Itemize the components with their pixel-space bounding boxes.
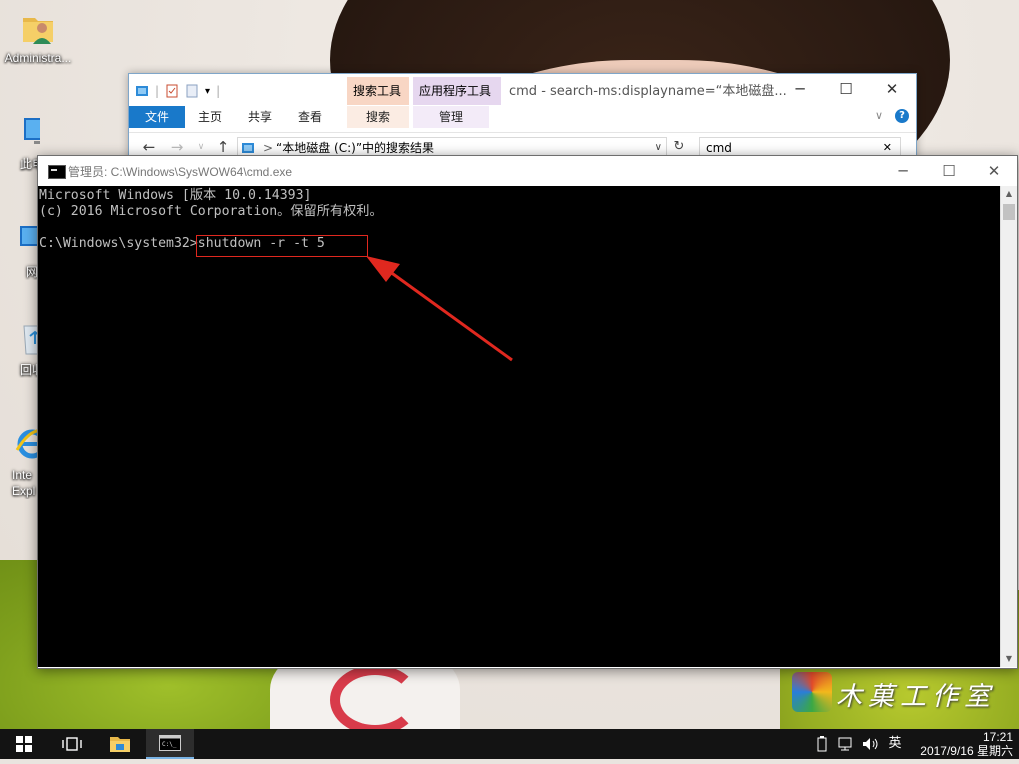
- tab-search[interactable]: 搜索: [347, 106, 409, 128]
- user-folder-icon: [23, 18, 53, 44]
- cmd-close-button[interactable]: ✕: [971, 156, 1017, 186]
- desktop-icon-this-pc[interactable]: 此电: [0, 114, 40, 172]
- cmd-titlebar[interactable]: 管理员: C:\Windows\SysWOW64\cmd.exe ─ ☐ ✕: [38, 156, 1017, 186]
- watermark-logo-icon: [792, 672, 832, 712]
- clock-time: 17:21: [982, 730, 1013, 744]
- help-icon[interactable]: ?: [895, 109, 909, 123]
- network-tray-icon[interactable]: [836, 729, 858, 759]
- this-pc-icon: [24, 118, 40, 144]
- explorer-maximize-button[interactable]: ☐: [823, 74, 869, 104]
- start-button[interactable]: [0, 729, 48, 759]
- ribbon-collapse-icon[interactable]: ∨: [875, 109, 883, 122]
- taskbar: C:\_ 英 17:21 2017/9/16 星期六: [0, 729, 1019, 759]
- scroll-thumb[interactable]: [1003, 204, 1015, 220]
- context-group-label: 应用程序工具: [419, 84, 492, 98]
- volume-icon[interactable]: [860, 729, 882, 759]
- tab-view[interactable]: 查看: [285, 106, 335, 128]
- scroll-up-icon[interactable]: ▲: [1001, 186, 1017, 202]
- task-view-button[interactable]: [48, 729, 96, 759]
- context-group-search-tools: 搜索工具: [347, 77, 409, 105]
- cmd-minimize-button[interactable]: ─: [880, 156, 926, 186]
- battery-icon[interactable]: [812, 729, 832, 759]
- forward-arrow-icon[interactable]: →: [167, 137, 187, 157]
- tab-home[interactable]: 主页: [185, 106, 235, 128]
- explorer-minimize-button[interactable]: ─: [777, 74, 823, 104]
- watermark-text: 木菓工作室: [836, 682, 997, 712]
- desktop-icon-label: Administra...: [4, 51, 72, 65]
- task-view-icon: [62, 737, 82, 751]
- refresh-icon[interactable]: ↻: [669, 137, 689, 157]
- folder-icon[interactable]: [135, 84, 149, 98]
- desktop-icon-label: 此电: [20, 157, 40, 171]
- command-highlight-box: [196, 235, 368, 257]
- file-explorer-icon: [110, 737, 130, 752]
- explorer-close-button[interactable]: ✕: [869, 74, 915, 104]
- tab-manage[interactable]: 管理: [413, 106, 489, 128]
- taskbar-cmd[interactable]: C:\_: [146, 729, 194, 759]
- new-folder-icon[interactable]: [185, 84, 199, 98]
- console-scrollbar[interactable]: ▲ ▼: [1000, 186, 1017, 667]
- windows-logo-icon: [16, 736, 32, 752]
- search-location-icon: [242, 143, 254, 153]
- desktop-icon-network[interactable]: 网: [0, 222, 40, 280]
- qat-customize-icon[interactable]: ▾: [205, 86, 210, 97]
- up-arrow-icon[interactable]: ↑: [213, 137, 233, 157]
- qat-separator: |: [216, 84, 221, 98]
- cmd-title: 管理员: C:\Windows\SysWOW64\cmd.exe: [68, 165, 293, 179]
- svg-text:C:\_: C:\_: [162, 741, 177, 748]
- clock-date: 2017/9/16 星期六: [920, 744, 1013, 758]
- quick-access-toolbar: | ▾ |: [135, 80, 220, 102]
- explorer-title: cmd - search-ms:displayname=“本地磁盘...: [509, 84, 787, 99]
- clock[interactable]: 17:21 2017/9/16 星期六: [893, 730, 1013, 758]
- cmd-maximize-button[interactable]: ☐: [926, 156, 972, 186]
- cmd-window[interactable]: 管理员: C:\Windows\SysWOW64\cmd.exe ─ ☐ ✕ M…: [37, 155, 1018, 669]
- desktop-icon-label: 网: [26, 265, 39, 279]
- desktop-icon-label: Inte Expl: [12, 468, 36, 498]
- scroll-down-icon[interactable]: ▼: [1001, 651, 1017, 667]
- annotation-arrow-icon: [366, 256, 513, 362]
- desktop-icon-recycle-bin[interactable]: 回收: [0, 320, 40, 378]
- console-icon: C:\_: [159, 735, 181, 751]
- desktop-icon-administrator[interactable]: Administra...: [0, 10, 76, 65]
- desktop-icon-label: 回收: [20, 363, 40, 377]
- properties-icon[interactable]: [165, 84, 179, 98]
- wallpaper-cup-logo: [330, 665, 420, 729]
- context-group-app-tools: 应用程序工具: [413, 77, 501, 105]
- desktop-icon-internet-explorer[interactable]: Inte Expl: [0, 426, 40, 499]
- ribbon-tabs: 文件 主页 共享 查看 搜索 管理 ∨ ?: [129, 106, 916, 128]
- taskbar-file-explorer[interactable]: [96, 729, 144, 759]
- recent-dropdown-icon[interactable]: ∨: [191, 137, 211, 157]
- back-arrow-icon[interactable]: ←: [139, 137, 159, 157]
- tab-file[interactable]: 文件: [129, 106, 186, 128]
- qat-separator: |: [155, 84, 160, 98]
- context-group-label: 搜索工具: [353, 84, 402, 98]
- console-icon[interactable]: [48, 165, 66, 179]
- tab-share[interactable]: 共享: [235, 106, 285, 128]
- console-line: Microsoft Windows [版本 10.0.14393]: [39, 188, 312, 203]
- console-line: (c) 2016 Microsoft Corporation。保留所有权利。: [39, 204, 383, 219]
- watermark: 木菓工作室: [792, 672, 1002, 718]
